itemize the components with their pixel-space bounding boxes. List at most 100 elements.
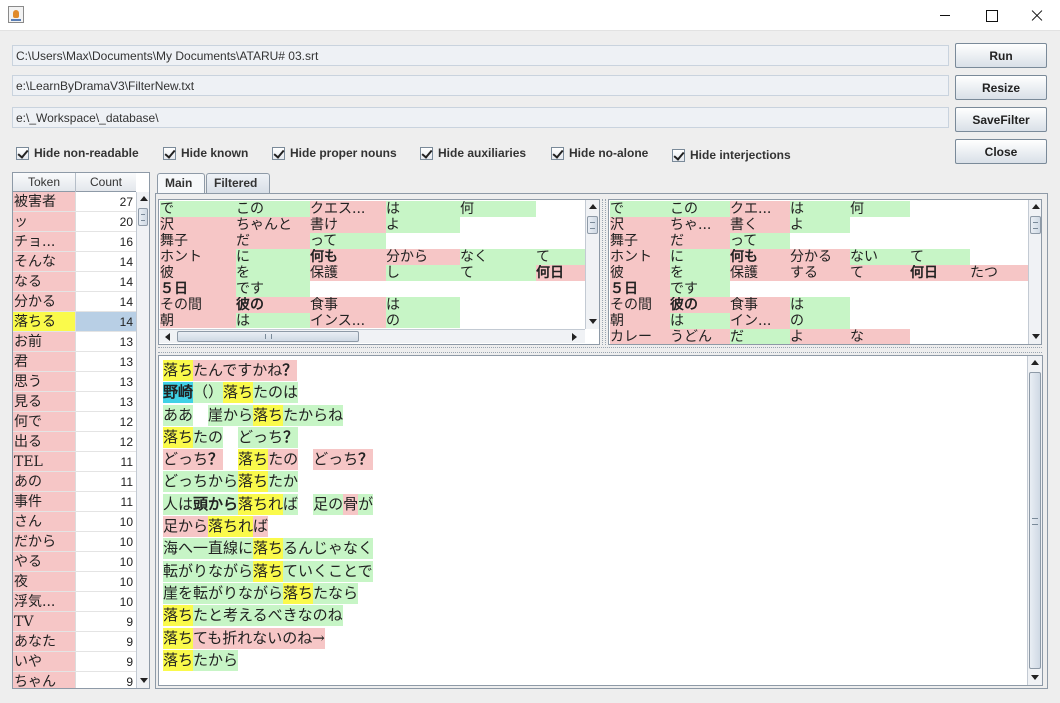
grid-cell[interactable]: だ — [236, 233, 310, 249]
grid-row[interactable]: ５日 です — [610, 281, 1028, 297]
hide-auxiliaries-checkbox[interactable]: Hide auxiliaries — [420, 145, 526, 161]
token-cell[interactable]: 被害者 — [13, 192, 76, 211]
table-row[interactable]: あなた 9 — [13, 632, 136, 652]
grid-cell[interactable] — [970, 217, 1028, 233]
resize-button[interactable]: Resize — [955, 75, 1047, 100]
token-cell[interactable]: TV — [13, 612, 76, 631]
grid-cell[interactable] — [536, 281, 585, 297]
grid-cell[interactable] — [910, 233, 970, 249]
table-row[interactable]: お前 13 — [13, 332, 136, 352]
table-row[interactable]: 浮気... 10 — [13, 592, 136, 612]
grid-cell[interactable] — [460, 313, 536, 328]
grid-cell[interactable] — [536, 313, 585, 328]
grid-row[interactable]: ホントに何も 分かる ないて — [610, 249, 1028, 265]
scroll-thumb[interactable] — [587, 216, 598, 234]
token-cell[interactable]: 出る — [13, 432, 76, 451]
filter-file-field[interactable]: e:\LearnByDramaV3\FilterNew.txt — [12, 75, 949, 96]
close-icon[interactable] — [1014, 0, 1060, 31]
token-table[interactable]: Token Count 被害者 27 ッ 20 チョ... 16 そんな 14 なる 14 分かる 1… — [12, 172, 150, 689]
count-cell[interactable]: 13 — [76, 372, 136, 391]
horizontal-splitter[interactable] — [158, 347, 1042, 353]
count-cell[interactable]: 13 — [76, 392, 136, 411]
run-button[interactable]: Run — [955, 43, 1047, 68]
token-cell[interactable]: あなた — [13, 632, 76, 651]
grid-cell[interactable] — [910, 329, 970, 344]
table-row[interactable]: TV 9 — [13, 612, 136, 632]
grid-cell[interactable] — [970, 233, 1028, 249]
grid-row[interactable]: 朝はインス... の — [160, 313, 585, 328]
grid-cell[interactable]: に — [670, 249, 730, 265]
count-cell[interactable]: 16 — [76, 232, 136, 251]
grid-cell[interactable]: です — [670, 281, 730, 297]
token-cell[interactable]: なる — [13, 272, 76, 291]
sentence-line[interactable]: 野崎 （） 落ち たのは — [163, 382, 373, 404]
grid-cell[interactable]: 何日 — [536, 265, 585, 281]
grid-cell[interactable]: 分かる — [790, 249, 850, 265]
grid-cell[interactable]: ちゃ... — [670, 217, 730, 233]
grid-cell[interactable]: 沢 — [610, 217, 670, 233]
grid-cell[interactable]: は — [386, 201, 460, 217]
token-cell[interactable]: やる — [13, 552, 76, 571]
scroll-left-icon[interactable] — [161, 330, 175, 344]
grid-cell[interactable]: って — [730, 233, 790, 249]
token-cell[interactable]: さん — [13, 512, 76, 531]
grid-cell[interactable]: て — [910, 249, 970, 265]
grid-cell[interactable]: の — [386, 313, 460, 328]
grid-row[interactable]: でこの クエ... は何 — [610, 201, 1028, 217]
scroll-thumb[interactable] — [1030, 216, 1041, 234]
grid-cell[interactable]: ホント — [610, 249, 670, 265]
count-cell[interactable]: 9 — [76, 632, 136, 651]
grid-cell[interactable]: ちゃんと — [236, 217, 310, 233]
checkbox-checked-icon[interactable] — [272, 146, 285, 160]
checkbox-checked-icon[interactable] — [163, 146, 176, 160]
token-cell[interactable]: いや — [13, 652, 76, 671]
column-header-count[interactable]: Count — [76, 173, 136, 192]
table-row[interactable]: いや 9 — [13, 652, 136, 672]
table-row[interactable]: さん 10 — [13, 512, 136, 532]
grid-cell[interactable] — [310, 281, 386, 297]
grid-cell[interactable]: 分から — [386, 249, 460, 265]
grid-row[interactable]: ホントに何も 分から なくて — [160, 249, 585, 265]
grid-cell[interactable]: で — [160, 201, 236, 217]
grid-cell[interactable] — [536, 217, 585, 233]
grid-cell[interactable]: クエス... — [310, 201, 386, 217]
grid-cell[interactable]: は — [670, 313, 730, 329]
sentence-line[interactable]: どっちから 落ち たか — [163, 471, 373, 493]
token-cell[interactable]: 浮気... — [13, 592, 76, 611]
scroll-thumb[interactable] — [177, 331, 359, 342]
count-cell[interactable]: 9 — [76, 652, 136, 671]
grid-cell[interactable] — [850, 217, 910, 233]
token-cell[interactable]: ッ — [13, 212, 76, 231]
grid-cell[interactable]: に — [236, 249, 310, 265]
example-sentences-pane[interactable]: 落ち たんですかね？野崎 （） 落ち たのは ああ 崖から 落ち たからね 落ち たの どっち？ど… — [158, 355, 1043, 686]
token-cell[interactable]: お前 — [13, 332, 76, 351]
table-row[interactable]: 分かる 14 — [13, 292, 136, 312]
grid-cell[interactable]: ５日 — [160, 281, 236, 297]
token-cell[interactable]: 君 — [13, 352, 76, 371]
count-cell[interactable]: 10 — [76, 532, 136, 551]
grid-cell[interactable] — [790, 233, 850, 249]
grid-cell[interactable]: する — [790, 265, 850, 281]
hide-non-readable-checkbox[interactable]: Hide non-readable — [16, 145, 139, 161]
table-row[interactable]: 見る 13 — [13, 392, 136, 412]
table-row[interactable]: 君 13 — [13, 352, 136, 372]
grid-cell[interactable] — [386, 281, 460, 297]
grid-cell[interactable]: よ — [790, 329, 850, 344]
count-cell[interactable]: 12 — [76, 432, 136, 451]
grid-cell[interactable]: うどん — [670, 329, 730, 344]
token-cell[interactable]: 分かる — [13, 292, 76, 311]
table-row[interactable]: あの 11 — [13, 472, 136, 492]
grid-cell[interactable] — [970, 281, 1028, 297]
grid-cell[interactable] — [850, 281, 910, 297]
database-dir-field[interactable]: e:\_Workspace\_database\ — [12, 107, 949, 128]
grid-dictionary-vscrollbar[interactable] — [1028, 200, 1041, 344]
table-row[interactable]: だから 10 — [13, 532, 136, 552]
sentence-line[interactable]: 落ち たの どっち？ — [163, 426, 373, 449]
tab-filtered[interactable]: Filtered — [206, 173, 270, 193]
grid-cell[interactable]: 何も — [730, 249, 790, 265]
grid-cell[interactable]: の — [790, 313, 850, 329]
scroll-down-icon[interactable] — [586, 315, 599, 329]
checkbox-checked-icon[interactable] — [16, 146, 29, 160]
count-cell[interactable]: 10 — [76, 592, 136, 611]
table-row[interactable]: ちゃん 9 — [13, 672, 136, 688]
